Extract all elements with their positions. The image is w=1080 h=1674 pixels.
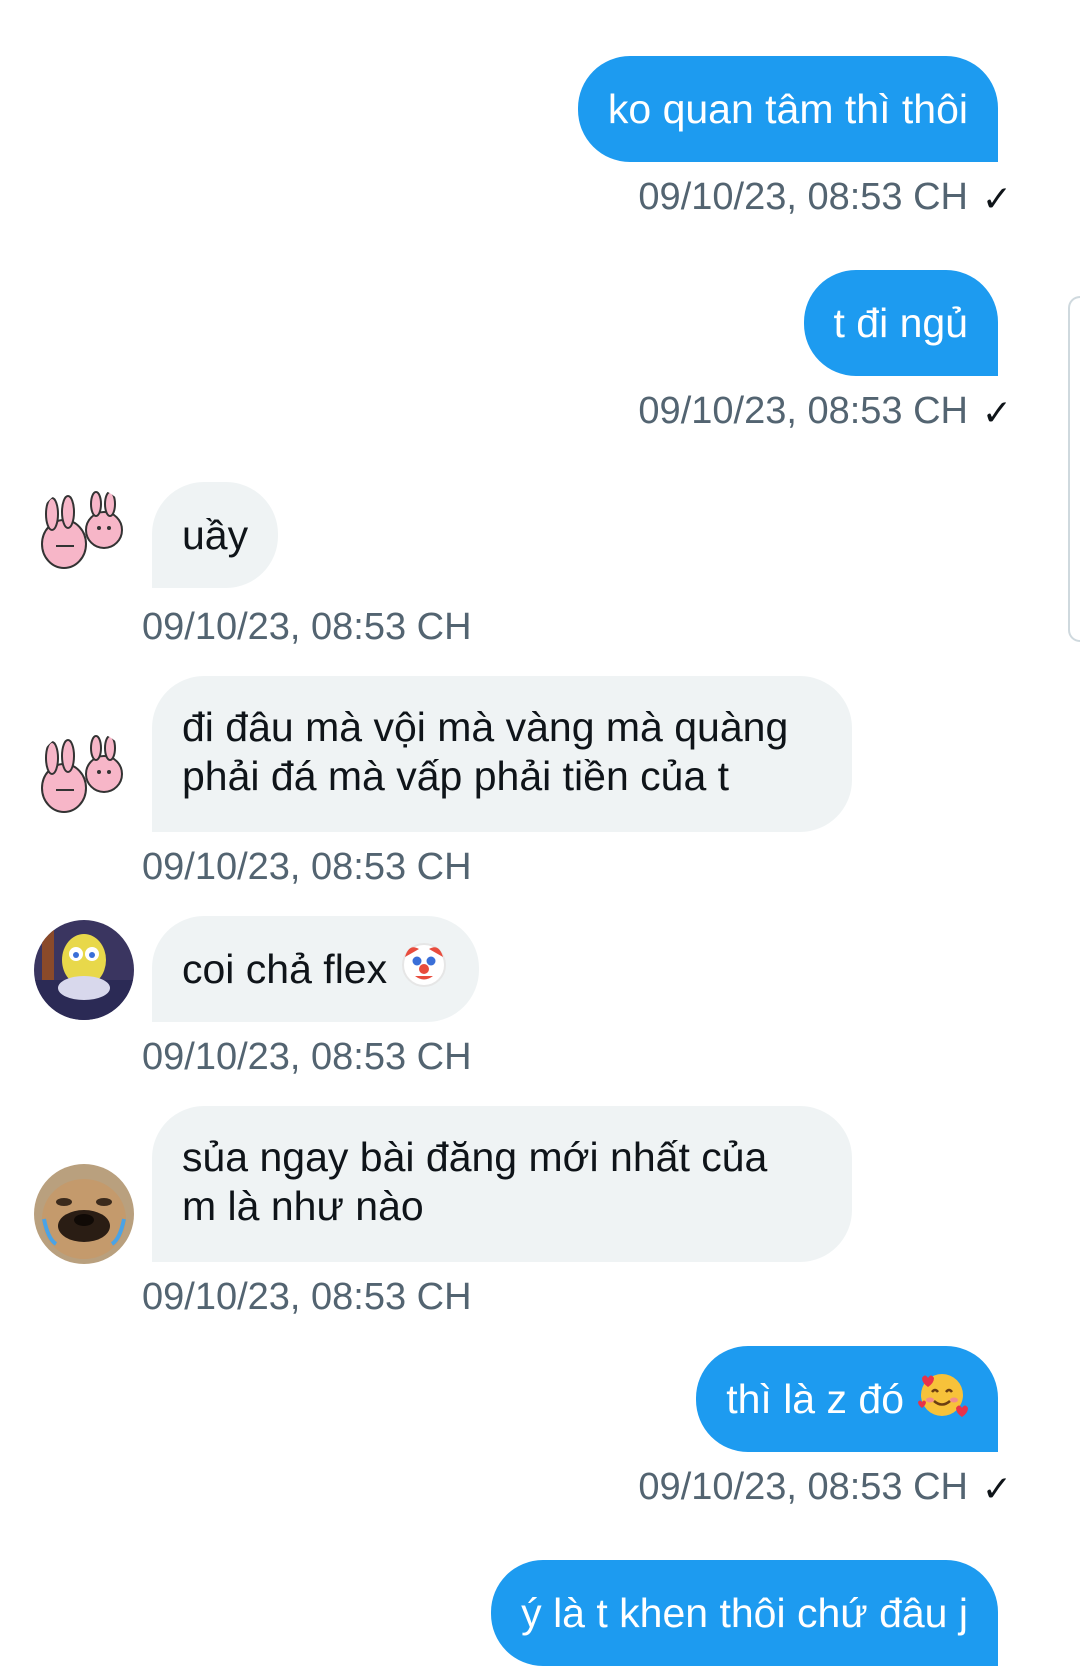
message-text-line: đi đâu mà vội mà vàng mà quàng bbox=[182, 704, 789, 750]
sponge-cartoon-avatar[interactable] bbox=[34, 920, 134, 1020]
check-icon: ✓ bbox=[981, 1468, 1012, 1509]
message-timestamp: 09/10/23, 08:53 CH bbox=[638, 1466, 968, 1508]
message-timestamp: 09/10/23, 08:53 CH bbox=[142, 1036, 472, 1078]
message-timestamp: 09/10/23, 08:53 CH bbox=[142, 1276, 472, 1318]
conversation-view: ko quan tâm thì thôi 09/10/23, 08:53 CH … bbox=[0, 0, 1080, 1674]
dog-meme-avatar[interactable] bbox=[34, 1164, 134, 1264]
message-text: uầy bbox=[182, 511, 249, 558]
bunny-sticker-avatar[interactable] bbox=[34, 486, 134, 586]
message-text: coi chả flex bbox=[182, 945, 388, 992]
incoming-message-bubble[interactable]: uầy bbox=[152, 482, 279, 588]
incoming-message-bubble[interactable]: đi đâu mà vội mà vàng mà quàng phải đá m… bbox=[152, 676, 852, 832]
check-icon: ✓ bbox=[981, 178, 1012, 219]
check-icon: ✓ bbox=[981, 392, 1012, 433]
message-text-line: m là như nào bbox=[182, 1183, 424, 1229]
message-text: thì là z đó bbox=[726, 1375, 904, 1422]
message-text: ko quan tâm thì thôi bbox=[607, 85, 968, 132]
message-text: ý là t khen thôi chứ đâu j bbox=[521, 1589, 968, 1636]
outgoing-message-bubble[interactable]: ý là t khen thôi chứ đâu j bbox=[491, 1560, 998, 1666]
scrollbar[interactable] bbox=[1068, 296, 1080, 642]
smiling-face-with-hearts-emoji bbox=[916, 1368, 968, 1431]
message-text-line: sủa ngay bài đăng mới nhất của bbox=[182, 1134, 768, 1180]
message-timestamp: 09/10/23, 08:53 CH bbox=[638, 176, 968, 218]
message-text-line: phải đá mà vấp phải tiền của t bbox=[182, 753, 730, 799]
message-timestamp: 09/10/23, 08:53 CH bbox=[142, 606, 472, 648]
message-timestamp: 09/10/23, 08:53 CH bbox=[142, 846, 472, 888]
bunny-sticker-avatar[interactable] bbox=[34, 730, 134, 830]
message-text: t đi ngủ bbox=[833, 299, 969, 346]
outgoing-message-bubble[interactable]: t đi ngủ bbox=[803, 270, 998, 376]
incoming-message-bubble[interactable]: sủa ngay bài đăng mới nhất của m là như … bbox=[152, 1106, 852, 1262]
outgoing-message-bubble[interactable]: thì là z đó bbox=[696, 1346, 998, 1452]
clown-face-emoji bbox=[399, 939, 449, 1000]
incoming-message-bubble[interactable]: coi chả flex bbox=[152, 916, 480, 1022]
message-timestamp: 09/10/23, 08:53 CH bbox=[638, 390, 968, 432]
outgoing-message-bubble[interactable]: ko quan tâm thì thôi bbox=[577, 56, 998, 162]
